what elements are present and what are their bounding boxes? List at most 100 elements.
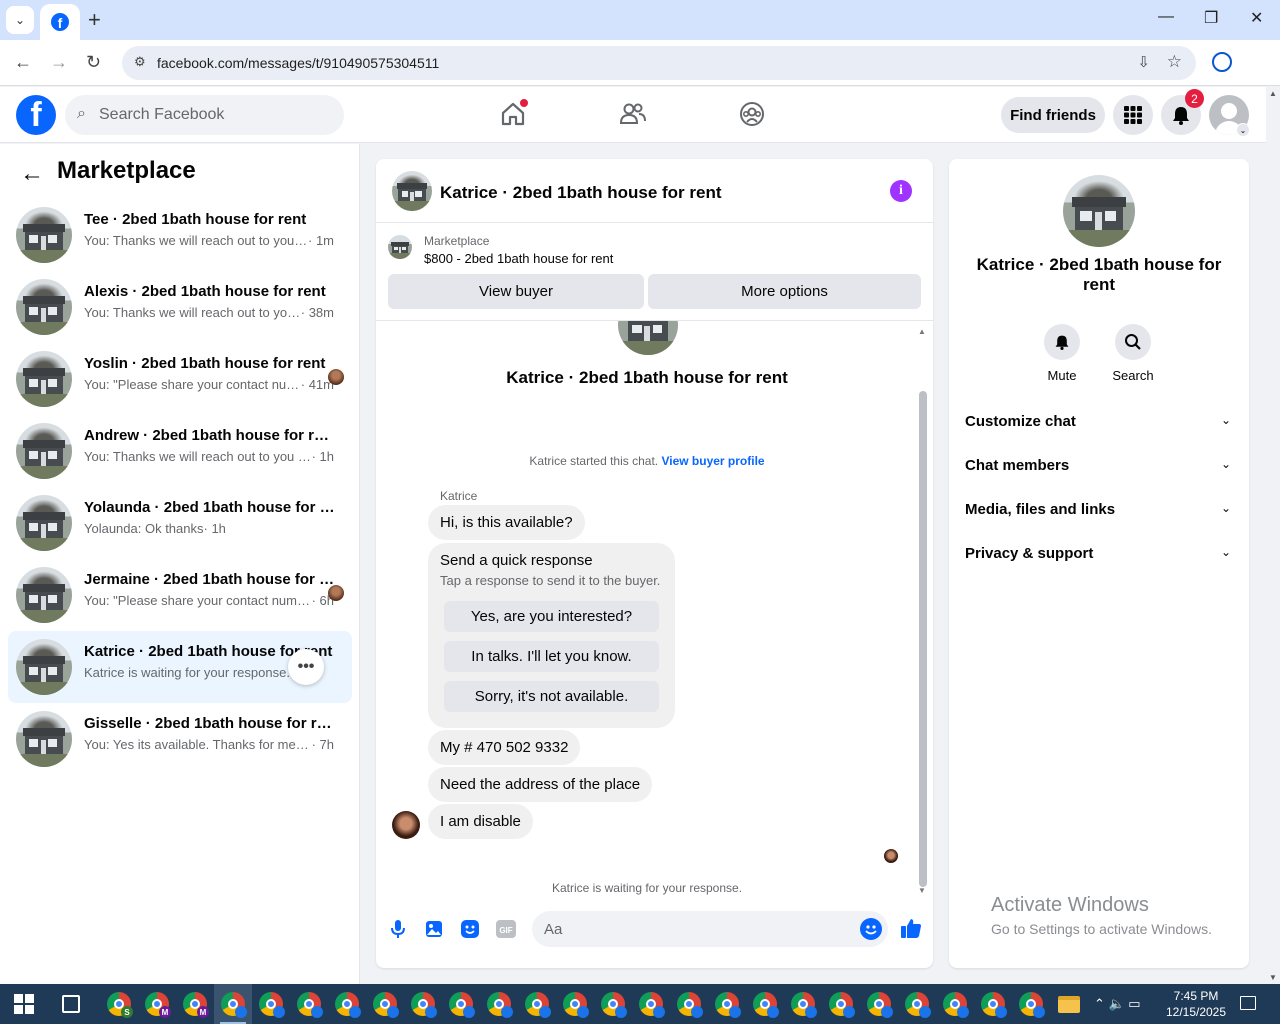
chrome-taskbar-icon[interactable] (366, 984, 404, 1024)
minimize-button[interactable]: — (1158, 8, 1174, 26)
gif-icon[interactable]: GIF (495, 918, 517, 940)
forward-arrow-icon[interactable]: → (50, 52, 68, 73)
notifications-bell-icon[interactable]: 2 (1161, 89, 1204, 135)
install-app-icon[interactable]: ⇩ (1137, 53, 1150, 71)
chrome-taskbar-icon[interactable] (784, 984, 822, 1024)
search-icon[interactable] (1115, 324, 1151, 360)
chrome-taskbar-icon[interactable] (1012, 984, 1050, 1024)
mute-action[interactable]: Mute (1032, 324, 1092, 383)
conversation-item[interactable]: Alexis · 2bed 1bath house for rent You: T… (8, 271, 352, 343)
emoji-icon[interactable] (860, 918, 882, 940)
conversation-item[interactable]: Tee · 2bed 1bath house for rent You: Than… (8, 199, 352, 271)
listing-thumbnail[interactable] (388, 235, 412, 259)
info-icon[interactable]: i (890, 180, 912, 202)
conversation-item[interactable]: Gisselle · 2bed 1bath house for rent You:… (8, 703, 352, 775)
chrome-taskbar-icon[interactable] (328, 984, 366, 1024)
chrome-taskbar-icon[interactable]: M (176, 984, 214, 1024)
find-friends-button[interactable]: Find friends (1001, 97, 1105, 133)
browser-profile-icon[interactable] (1212, 52, 1232, 72)
back-arrow-icon[interactable]: ← (20, 160, 44, 188)
site-info-icon[interactable]: ⚙ (134, 54, 146, 70)
customize-chat-section[interactable]: Customize chat ⌄ (957, 403, 1241, 439)
url-text[interactable]: facebook.com/messages/t/910490575304511 (157, 55, 439, 71)
conversation-item[interactable]: Jermaine · 2bed 1bath house for rent You:… (8, 559, 352, 631)
conversation-item[interactable]: Yoslin · 2bed 1bath house for rent You: "… (8, 343, 352, 415)
info-avatar[interactable] (1063, 175, 1135, 247)
more-options-button[interactable]: More options (648, 274, 921, 309)
media-files-links-section[interactable]: Media, files and links ⌄ (957, 491, 1241, 527)
chrome-taskbar-icon[interactable] (404, 984, 442, 1024)
conversation-avatar[interactable] (16, 279, 72, 335)
back-arrow-icon[interactable]: ← (14, 52, 32, 73)
message-bubble[interactable]: Hi, is this available? (428, 505, 585, 540)
chrome-taskbar-icon[interactable]: S (100, 984, 138, 1024)
message-input[interactable] (544, 919, 844, 939)
conversation-item[interactable]: Andrew · 2bed 1bath house for rent You: T… (8, 415, 352, 487)
tab-search-dropdown[interactable]: ⌄ (6, 6, 34, 34)
groups-icon[interactable] (737, 99, 767, 129)
chrome-taskbar-icon[interactable] (822, 984, 860, 1024)
chrome-taskbar-icon[interactable] (518, 984, 556, 1024)
chrome-taskbar-icon[interactable] (252, 984, 290, 1024)
conversation-avatar[interactable] (16, 567, 72, 623)
facebook-search-input[interactable] (99, 104, 329, 126)
view-buyer-button[interactable]: View buyer (388, 274, 644, 309)
task-view-icon[interactable] (62, 995, 80, 1013)
sender-avatar[interactable] (392, 811, 420, 839)
page-scrollbar[interactable]: ▲ ▼ (1266, 87, 1280, 984)
listing-title[interactable]: $800 - 2bed 1bath house for rent (424, 251, 613, 266)
message-bubble[interactable]: My # 470 502 9332 (428, 730, 581, 765)
friends-icon[interactable] (618, 99, 648, 129)
home-icon[interactable] (498, 99, 528, 129)
system-tray-icons[interactable]: ⌃ 🔈 ▭ (1094, 996, 1141, 1012)
conversation-avatar[interactable] (16, 207, 72, 263)
message-input-container[interactable] (532, 911, 888, 947)
menu-grid-icon[interactable] (1113, 95, 1153, 135)
conversation-item[interactable]: Yolaunda · 2bed 1bath house for rent Yola… (8, 487, 352, 559)
chrome-taskbar-icon[interactable] (860, 984, 898, 1024)
facebook-search[interactable]: ⌕ (65, 95, 344, 135)
bookmark-star-icon[interactable]: ☆ (1167, 52, 1182, 72)
quick-response-in-talks-button[interactable]: In talks. I'll let you know. (444, 641, 659, 672)
action-center-icon[interactable] (1240, 996, 1256, 1010)
chrome-taskbar-icon[interactable] (708, 984, 746, 1024)
chrome-taskbar-icon[interactable]: M (138, 984, 176, 1024)
chrome-taskbar-icon[interactable] (480, 984, 518, 1024)
file-explorer-icon[interactable] (1050, 984, 1088, 1024)
chrome-taskbar-icon[interactable] (936, 984, 974, 1024)
chrome-taskbar-icon[interactable] (214, 984, 252, 1024)
chat-avatar[interactable] (392, 171, 432, 211)
message-bubble[interactable]: I am disable (428, 804, 533, 839)
omnibox[interactable]: ⚙ facebook.com/messages/t/91049057530451… (122, 46, 1196, 80)
more-options-icon[interactable]: ••• (288, 649, 324, 685)
conversation-avatar[interactable] (16, 351, 72, 407)
account-chevron-down-icon[interactable]: ⌄ (1236, 123, 1250, 137)
chat-members-section[interactable]: Chat members ⌄ (957, 447, 1241, 483)
close-window-button[interactable]: ✕ (1250, 8, 1263, 28)
restore-button[interactable]: ❐ (1204, 8, 1218, 28)
chrome-taskbar-icon[interactable] (974, 984, 1012, 1024)
chrome-taskbar-icon[interactable] (898, 984, 936, 1024)
chrome-taskbar-icon[interactable] (442, 984, 480, 1024)
chrome-taskbar-icon[interactable] (746, 984, 784, 1024)
chat-title[interactable]: Katrice · 2bed 1bath house for rent (440, 183, 722, 203)
microphone-icon[interactable] (387, 918, 409, 940)
message-bubble[interactable]: Need the address of the place (428, 767, 653, 802)
new-tab-button[interactable]: + (88, 8, 101, 32)
reload-icon[interactable]: ↻ (86, 52, 101, 73)
sticker-icon[interactable] (459, 918, 481, 940)
conversation-avatar[interactable] (16, 495, 72, 551)
browser-tab-facebook[interactable]: f (40, 4, 80, 40)
chrome-taskbar-icon[interactable] (556, 984, 594, 1024)
thread-scrollbar[interactable]: ▲ ▼ (918, 327, 928, 895)
facebook-logo-icon[interactable]: f (16, 95, 56, 135)
conversation-avatar[interactable] (16, 423, 72, 479)
thumbs-up-icon[interactable] (899, 916, 923, 940)
chrome-taskbar-icon[interactable] (632, 984, 670, 1024)
taskbar-clock[interactable]: 7:45 PM 12/15/2025 (1160, 988, 1232, 1020)
privacy-support-section[interactable]: Privacy & support ⌄ (957, 535, 1241, 571)
chrome-taskbar-icon[interactable] (670, 984, 708, 1024)
photo-icon[interactable] (423, 918, 445, 940)
conversation-item[interactable]: Katrice · 2bed 1bath house for rent Katri… (8, 631, 352, 703)
view-buyer-profile-link[interactable]: View buyer profile (661, 454, 764, 468)
